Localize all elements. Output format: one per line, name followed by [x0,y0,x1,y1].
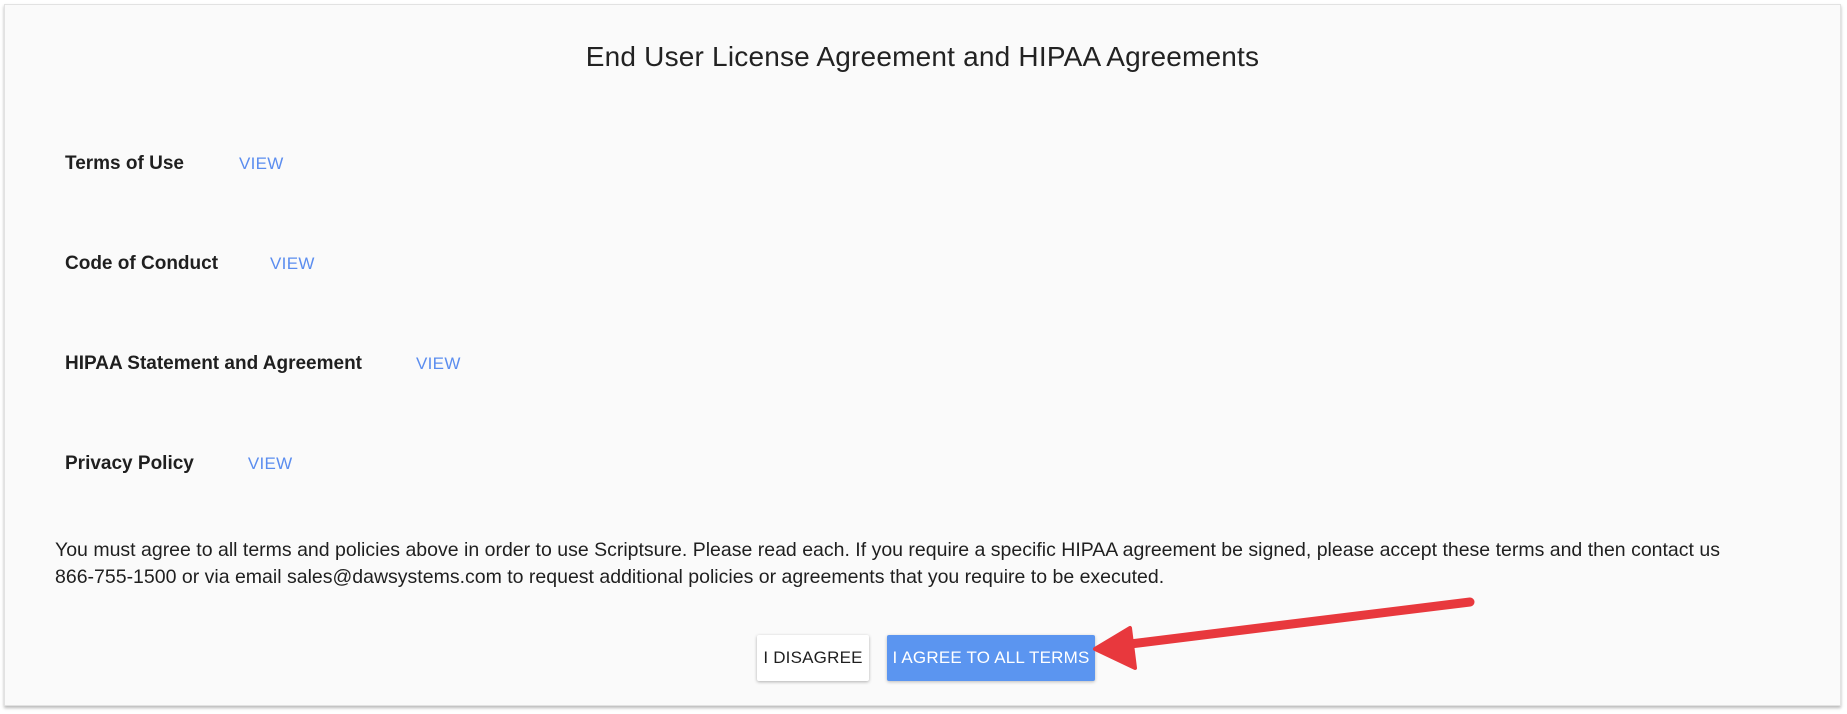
view-code-of-conduct-link[interactable]: VIEW [270,254,315,274]
agreement-row-code-of-conduct: Code of Conduct VIEW [65,253,315,275]
agreement-label-terms-of-use: Terms of Use [65,153,184,174]
view-hipaa-link[interactable]: VIEW [416,354,461,374]
disagree-button[interactable]: I DISAGREE [757,635,869,681]
agree-to-all-terms-button[interactable]: I AGREE TO ALL TERMS [887,635,1095,681]
dialog-title: End User License Agreement and HIPAA Agr… [585,41,1260,72]
agreement-row-hipaa: HIPAA Statement and Agreement VIEW [65,353,461,375]
agreement-notice: You must agree to all terms and policies… [55,537,1775,591]
eula-dialog: End User License Agreement and HIPAA Agr… [4,4,1841,706]
agreement-label-code-of-conduct: Code of Conduct [65,253,219,274]
agreement-row-terms-of-use: Terms of Use VIEW [65,153,284,175]
notice-line-1: You must agree to all terms and policies… [55,539,1720,561]
agreement-label-privacy-policy: Privacy Policy [65,453,194,474]
view-privacy-policy-link[interactable]: VIEW [248,454,293,474]
notice-line-2: 866-755-1500 or via email sales@dawsyste… [55,566,1165,588]
agreement-label-hipaa: HIPAA Statement and Agreement [65,353,363,374]
agreement-row-privacy-policy: Privacy Policy VIEW [65,453,293,475]
view-terms-of-use-link[interactable]: VIEW [239,154,284,174]
